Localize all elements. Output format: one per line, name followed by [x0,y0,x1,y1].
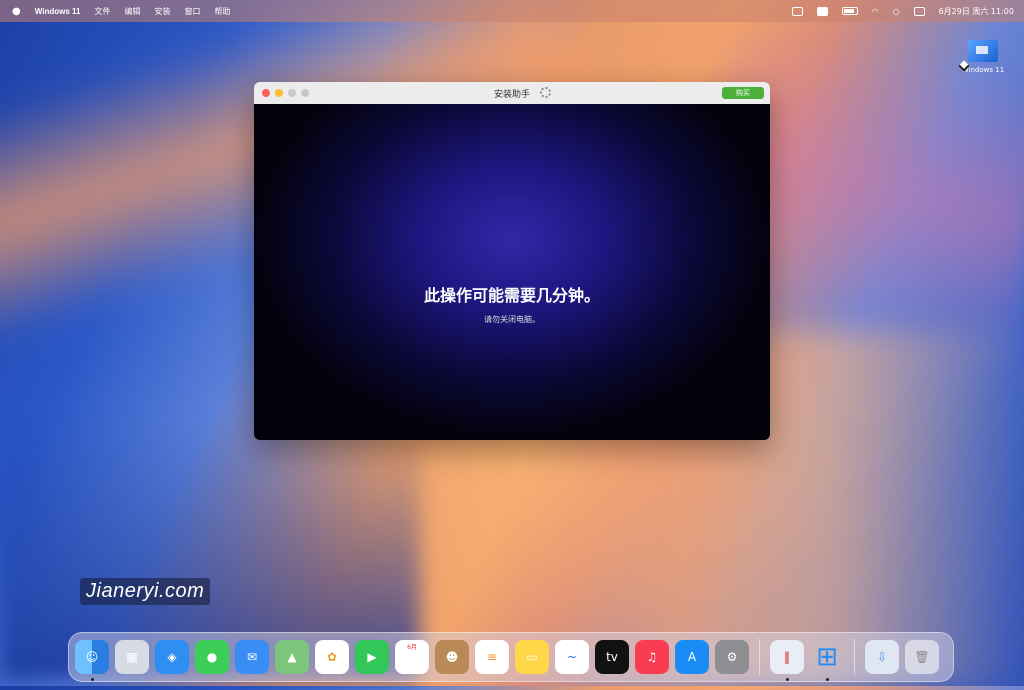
music-icon[interactable]: ♫ [635,640,669,674]
freeform-icon[interactable]: ~ [555,640,589,674]
menu-bar: ● Windows 11 文件 编辑 安装 窗口 帮助 ◠ ○ 6月29日 周六… [0,0,1024,22]
calendar-day: 29 [401,651,423,670]
safari-icon[interactable]: ◈ [155,640,189,674]
windows-icon[interactable]: ⊞ [810,640,844,681]
apple-menu-icon[interactable]: ● [12,6,21,17]
dock: ☺ ▦ ◈ ● ✉ ▲ ✿ ▶ 6月 29 ☻ ≡ ▭ ~ tv ♫ A ⚙ ‖… [68,632,954,682]
notes-icon[interactable]: ▭ [515,640,549,674]
reminders-icon[interactable]: ≡ [475,640,509,674]
messages-icon[interactable]: ● [195,640,229,674]
menu-install[interactable]: 安装 [154,6,170,17]
installer-content: 此操作可能需要几分钟。 请勿关闭电脑。 [254,104,770,440]
facetime-icon[interactable]: ▶ [355,640,389,674]
appstore-icon[interactable]: A [675,640,709,674]
menu-help[interactable]: 帮助 [214,6,230,17]
parallels-icon[interactable]: ‖ [770,640,804,681]
menu-clock[interactable]: 6月29日 周六 11:00 [939,6,1014,17]
appletv-icon[interactable]: tv [595,640,629,674]
menu-app-name[interactable]: Windows 11 [35,7,81,16]
spotlight-search-icon[interactable]: ○ [893,7,900,16]
appletv-label: tv [606,650,618,664]
loading-spinner-icon [540,87,551,98]
installer-window: 安装助手 购买 此操作可能需要几分钟。 请勿关闭电脑。 [254,82,770,440]
window-title: 安装助手 [493,89,530,100]
parallels-status-icon[interactable] [816,6,828,16]
trash-icon[interactable]: 🗑 [905,640,939,674]
settings-icon[interactable]: ⚙ [715,640,749,674]
screen-mirroring-icon[interactable] [791,6,803,16]
downloads-icon[interactable]: ⇩ [865,640,899,674]
menu-file[interactable]: 文件 [94,6,110,17]
progress-message: 此操作可能需要几分钟。 [423,286,600,305]
maps-icon[interactable]: ▲ [275,640,309,674]
control-center-icon[interactable] [913,6,925,16]
desktop-windows11-shortcut[interactable]: Windows 11 [958,40,1008,74]
dock-separator [759,639,760,675]
menu-edit[interactable]: 编辑 [124,6,140,17]
calendar-icon[interactable]: 6月 29 [395,640,429,674]
warning-message: 请勿关闭电脑。 [484,315,540,324]
finder-icon[interactable]: ☺ [75,640,109,681]
launchpad-icon[interactable]: ▦ [115,640,149,674]
contacts-icon[interactable]: ☻ [435,640,469,674]
window-titlebar[interactable]: 安装助手 购买 [254,82,770,104]
watermark: Jianeryi.com [80,578,211,605]
windows-vm-icon [968,40,998,62]
menu-window[interactable]: 窗口 [184,6,200,17]
dock-separator [854,639,855,675]
wifi-icon[interactable]: ◠ [872,7,879,16]
buy-button[interactable]: 购买 [722,87,764,99]
mail-icon[interactable]: ✉ [235,640,269,674]
battery-icon[interactable] [841,7,858,15]
photos-icon[interactable]: ✿ [315,640,349,674]
